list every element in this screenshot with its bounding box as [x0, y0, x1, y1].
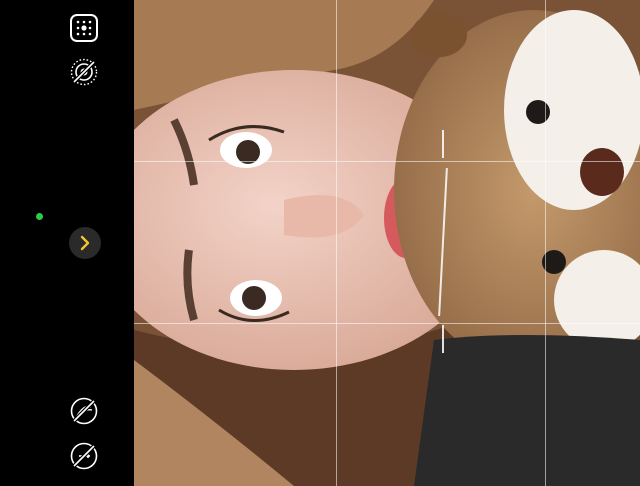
camera-controls-strip [0, 0, 134, 486]
grid-line-vertical-1 [336, 0, 337, 486]
expand-controls-button[interactable] [69, 227, 101, 259]
chevron-right-icon [80, 235, 90, 251]
grid-line-horizontal-2 [134, 323, 640, 324]
camera-app [0, 0, 640, 486]
live-photo-off-icon [70, 58, 98, 86]
filters-button[interactable] [69, 396, 99, 426]
filters-off-icon [70, 397, 98, 425]
exposure-off-icon [70, 442, 98, 470]
exposure-button[interactable] [69, 441, 99, 471]
grid-line-horizontal-1 [134, 161, 640, 162]
grid-line-vertical-2 [545, 0, 546, 486]
focus-mark-bottom [442, 325, 444, 353]
grid-toggle-icon [70, 14, 98, 42]
live-photo-button[interactable] [69, 57, 99, 87]
viewfinder-scene [134, 0, 640, 486]
focus-mark-top [442, 130, 444, 158]
camera-viewfinder[interactable] [134, 0, 640, 486]
grid-toggle-button[interactable] [69, 13, 99, 43]
camera-in-use-indicator [36, 213, 43, 220]
